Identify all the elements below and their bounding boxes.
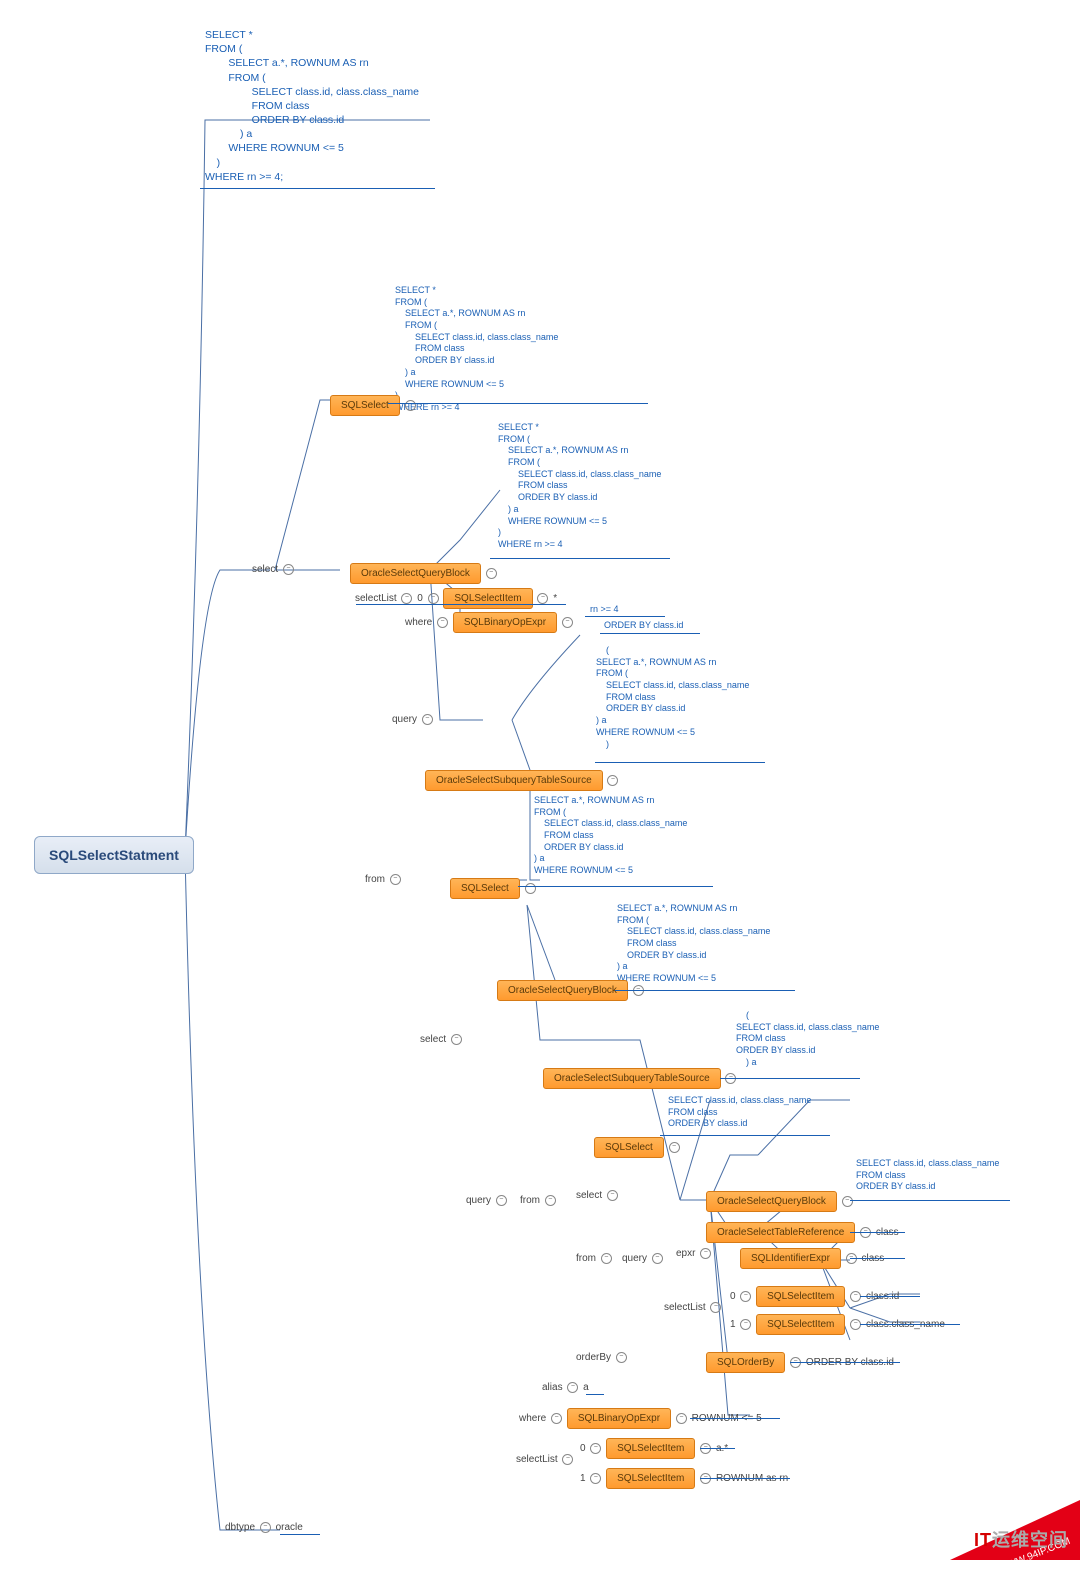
innershort-sql: SELECT class.id, class.class_name FROM c… [856,1158,999,1193]
sqlselect3-node[interactable]: SQLSelect − [594,1137,682,1158]
sqlselectitem-node[interactable]: SQLSelectItem [756,1286,845,1307]
subq3-sql: SELECT a.*, ROWNUM AS rn FROM ( SELECT c… [617,903,770,985]
sqlselectitem-node[interactable]: SQLSelectItem [756,1314,845,1335]
selectlist-label-2: selectList − [664,1302,723,1313]
toggle-icon[interactable]: − [562,1454,573,1465]
from-label: from − [365,874,403,885]
toggle-icon[interactable]: − [740,1319,751,1330]
toggle-icon[interactable]: − [537,593,548,604]
from-label-3: from − [576,1253,614,1264]
sqlbinaryop-node[interactable]: SQLBinaryOpExpr [567,1408,671,1429]
toggle-icon[interactable]: − [590,1473,601,1484]
toggle-icon[interactable]: − [422,714,433,725]
divider [860,1296,920,1297]
divider [595,762,765,763]
sqlselect-node[interactable]: SQLSelect − [330,395,418,416]
toggle-icon[interactable]: − [496,1195,507,1206]
divider [200,188,435,189]
toggle-icon[interactable]: − [551,1413,562,1424]
alias-row: alias − a [542,1382,589,1393]
divider [280,1534,320,1535]
divider [860,1324,960,1325]
toggle-icon[interactable]: − [700,1248,711,1259]
watermark: IT运维空间 [974,1526,1068,1552]
sqlselectitem-node[interactable]: SQLSelectItem [443,588,532,609]
toggle-icon[interactable]: − [562,617,573,628]
sqlselectitem-node[interactable]: SQLSelectItem [606,1468,695,1489]
selectlist-label-3: selectList − [516,1454,575,1465]
subq1-sql: ( SELECT a.*, ROWNUM AS rn FROM ( SELECT… [596,645,749,750]
toggle-icon[interactable]: − [283,564,294,575]
query-label-2: query − [466,1195,509,1206]
divider [850,1200,1010,1201]
epxr-label: epxr − [676,1248,713,1259]
toggle-icon[interactable]: − [437,617,448,628]
toggle-icon[interactable]: − [401,593,412,604]
ossts-node[interactable]: OracleSelectSubqueryTableSource − [425,770,620,791]
toggle-icon[interactable]: − [390,874,401,885]
toggle-icon[interactable]: − [842,1196,853,1207]
toggle-icon[interactable]: − [740,1291,751,1302]
divider [615,990,795,991]
top-sql: SELECT * FROM ( SELECT a.*, ROWNUM AS rn… [205,28,419,184]
osqb-sql: SELECT * FROM ( SELECT a.*, ROWNUM AS rn… [498,422,661,551]
divider [490,558,670,559]
toggle-icon[interactable]: − [545,1195,556,1206]
toggle-icon[interactable]: − [601,1253,612,1264]
divider [850,1232,905,1233]
root-node[interactable]: SQLSelectStatment [34,836,194,874]
divider [586,1394,604,1395]
divider [700,1448,735,1449]
divider [700,1478,790,1479]
rn-ge-4: rn >= 4 [590,604,619,616]
divider [585,616,665,617]
innerparen-sql: ( SELECT class.id, class.class_name FROM… [736,1010,879,1068]
select-label-inner: select − [420,1034,464,1045]
divider [388,403,648,404]
toggle-icon[interactable]: − [260,1522,271,1533]
sqlbinaryop-node[interactable]: SQLBinaryOpExpr [453,612,557,633]
from-label-2: from − [520,1195,558,1206]
inner3-sql: SELECT class.id, class.class_name FROM c… [668,1095,811,1130]
toggle-icon[interactable]: − [616,1352,627,1363]
divider [356,604,566,605]
select-label-3: select − [576,1190,620,1201]
subq2-sql: SELECT a.*, ROWNUM AS rn FROM ( SELECT c… [534,795,687,877]
toggle-icon[interactable]: − [428,593,439,604]
dbtype-row: dbtype − oracle [225,1522,303,1533]
toggle-icon[interactable]: − [710,1302,721,1313]
osqb3-node[interactable]: OracleSelectQueryBlock − [706,1191,855,1212]
divider [790,1362,900,1363]
osqb-node[interactable]: OracleSelectQueryBlock − [350,563,499,584]
divider [518,886,713,887]
toggle-icon[interactable]: − [486,568,497,579]
toggle-icon[interactable]: − [451,1034,462,1045]
divider [600,633,700,634]
divider [720,1078,860,1079]
orderby-text: ORDER BY class.id [604,620,683,632]
sqlselect2-node[interactable]: SQLSelect − [450,878,538,899]
toggle-icon[interactable]: − [567,1382,578,1393]
divider [690,1418,780,1419]
toggle-icon[interactable]: − [525,883,536,894]
selectlist-row: selectList − 0 − SQLSelectItem − * [355,588,557,609]
divider [850,1258,905,1259]
divider [660,1135,830,1136]
select-label: select − [252,564,296,575]
toggle-icon[interactable]: − [669,1142,680,1153]
ossts2-node[interactable]: OracleSelectSubqueryTableSource − [543,1068,738,1089]
sqlselect-sql: SELECT * FROM ( SELECT a.*, ROWNUM AS rn… [395,285,655,414]
toggle-icon[interactable]: − [590,1443,601,1454]
sqlselectitem-node[interactable]: SQLSelectItem [606,1438,695,1459]
toggle-icon[interactable]: − [405,400,416,411]
query-label-3: query − [622,1253,665,1264]
toggle-icon[interactable]: − [652,1253,663,1264]
query-label: query − [392,714,435,725]
orderby-label: orderBy − [576,1352,629,1363]
toggle-icon[interactable]: − [676,1413,687,1424]
toggle-icon[interactable]: − [607,1190,618,1201]
where-row: where − SQLBinaryOpExpr − [405,612,575,633]
toggle-icon[interactable]: − [607,775,618,786]
